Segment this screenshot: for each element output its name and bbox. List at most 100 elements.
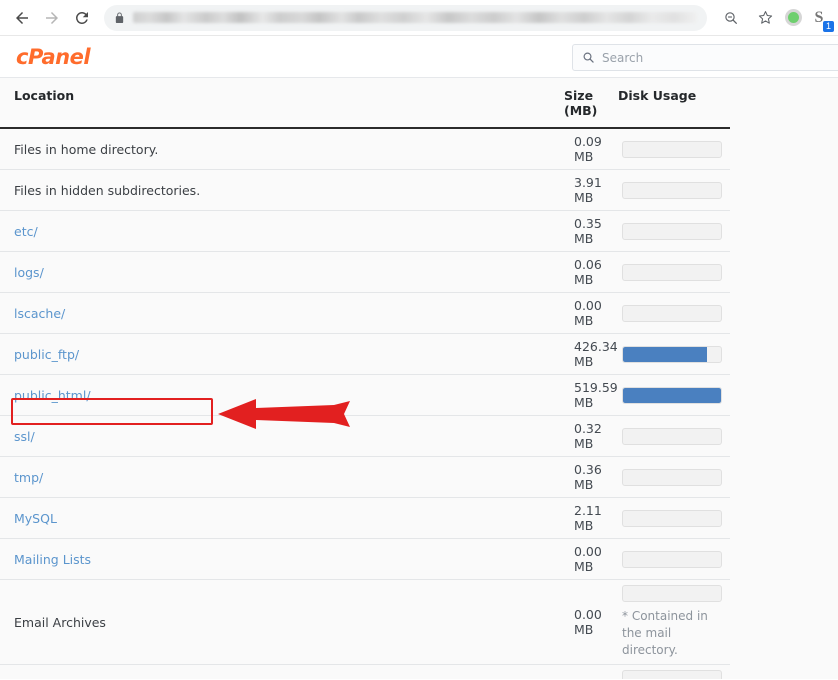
disk-usage-cell: * Contained in the mail directory. — [608, 579, 730, 666]
location-link[interactable]: ssl/ — [14, 429, 35, 444]
disk-usage-cell — [608, 251, 730, 293]
extension-button[interactable]: S 1 — [808, 7, 834, 32]
table-row: Files in hidden subdirectories. 3.91 MB — [0, 169, 730, 211]
location-link[interactable]: tmp/ — [14, 470, 43, 485]
forward-arrow-icon — [46, 11, 58, 24]
table-row: tmp/0.36 MB — [0, 456, 730, 498]
size-cell: 0.09 MB — [560, 128, 608, 170]
disk-usage-bar — [622, 386, 722, 404]
profile-avatar-icon — [788, 12, 799, 23]
location-label: Files in home directory. — [14, 141, 159, 157]
toolbar-actions: S 1 — [715, 4, 834, 32]
table-row: lscache/0.00 MB — [0, 292, 730, 334]
location-cell: ssl/ — [0, 415, 560, 457]
location-cell: public_ftp/ — [0, 333, 560, 375]
table-row: Email Archives 0.00 MB * Contained in the … — [0, 579, 730, 666]
table-row: logs/0.06 MB — [0, 251, 730, 293]
star-icon — [758, 11, 772, 24]
location-link[interactable]: public_html/ — [14, 388, 91, 403]
location-cell: public_html/ — [0, 374, 560, 416]
table-body: Files in home directory. 0.09 MB Files in … — [0, 128, 730, 679]
size-cell: 519.59 MB — [560, 374, 618, 416]
back-button[interactable] — [8, 4, 36, 32]
location-link[interactable]: Mailing Lists — [14, 552, 91, 567]
profile-avatar[interactable] — [785, 9, 802, 26]
disk-usage-table: Location Size (MB) Disk Usage Files in h… — [0, 78, 730, 679]
disk-usage-cell — [608, 374, 730, 416]
size-cell: 426.34 MB — [560, 333, 618, 375]
extension-badge: 1 — [823, 20, 834, 32]
location-cell: Files in hidden subdirectories. — [0, 169, 560, 211]
lock-icon — [115, 12, 124, 23]
header-location: Location — [0, 78, 560, 129]
disk-usage-bar-fill — [623, 387, 721, 403]
location-link[interactable]: etc/ — [14, 224, 38, 239]
search-icon — [583, 52, 594, 63]
search-input-placeholder: Search — [602, 50, 644, 65]
location-cell: logs/ — [0, 251, 560, 293]
table-header-row: Location Size (MB) Disk Usage — [0, 78, 730, 129]
size-cell: 0.36 MB — [560, 456, 608, 498]
table-row: public_html/519.59 MB — [0, 374, 730, 416]
disk-usage-bar — [622, 585, 722, 602]
reload-button[interactable] — [68, 4, 96, 32]
cpanel-logo: cPanel — [16, 44, 91, 69]
disk-usage-cell — [608, 415, 730, 457]
header-disk-usage: Disk Usage — [608, 78, 730, 129]
cpanel-header: cPanel Search — [0, 36, 838, 78]
size-cell: 0.00 MB — [560, 538, 608, 580]
table-head: Location Size (MB) Disk Usage — [0, 78, 730, 129]
location-cell: Email Archives — [0, 579, 560, 666]
disk-usage-bar — [622, 263, 722, 281]
disk-usage-cell — [608, 456, 730, 498]
disk-usage-cell — [608, 538, 730, 580]
cpanel-search[interactable]: Search — [572, 44, 838, 71]
reload-icon — [75, 11, 88, 24]
disk-usage-cell — [608, 333, 730, 375]
size-cell: 3.91 MB — [560, 169, 608, 211]
table-row: Mailing Lists 0.00 MB — [0, 538, 730, 580]
table-row: MySQL 2.11 MB — [0, 497, 730, 539]
disk-usage-cell: * Contained in the mail directory. — [608, 664, 730, 679]
table-row: public_ftp/426.34 MB — [0, 333, 730, 375]
disk-usage-bar-fill — [623, 346, 708, 362]
location-link[interactable]: lscache/ — [14, 306, 65, 321]
disk-usage-cell — [608, 210, 730, 252]
location-link[interactable]: MySQL — [14, 511, 57, 526]
disk-usage-bar — [622, 304, 722, 322]
size-cell: 0.01 MB — [560, 664, 608, 679]
table-row: Files in home directory. 0.09 MB — [0, 128, 730, 170]
disk-usage-bar — [622, 550, 722, 568]
header-size-line1: Size — [564, 88, 594, 103]
location-cell: Email Accounts† — [0, 664, 560, 679]
disk-usage-cell — [608, 128, 730, 170]
location-cell: Mailing Lists — [0, 538, 560, 580]
size-cell: 0.32 MB — [560, 415, 608, 457]
disk-usage-cell — [608, 169, 730, 211]
disk-usage-bar — [622, 509, 722, 527]
disk-usage-cell — [608, 292, 730, 334]
size-cell: 0.00 MB — [560, 292, 608, 334]
disk-usage-bar — [622, 468, 722, 486]
zoom-out-button[interactable] — [717, 4, 745, 32]
location-cell: Files in home directory. — [0, 128, 560, 170]
browser-toolbar: S 1 — [0, 0, 838, 36]
disk-usage-note: * Contained in the mail directory. — [622, 609, 708, 658]
disk-usage-bar — [622, 427, 722, 445]
disk-usage-bar — [622, 181, 722, 199]
forward-button[interactable] — [38, 4, 66, 32]
zoom-out-icon — [725, 11, 737, 24]
location-link[interactable]: logs/ — [14, 265, 44, 280]
table-row: ssl/0.32 MB — [0, 415, 730, 457]
disk-usage-bar — [622, 345, 722, 363]
size-cell: 0.06 MB — [560, 251, 608, 293]
address-bar[interactable] — [104, 4, 707, 31]
disk-usage-cell — [608, 497, 730, 539]
header-size-line2: (MB) — [564, 103, 598, 118]
disk-usage-bar — [622, 670, 722, 679]
location-link[interactable]: public_ftp/ — [14, 347, 79, 362]
bookmark-button[interactable] — [751, 4, 779, 32]
location-label: Email Archives — [14, 614, 106, 630]
size-cell: 0.35 MB — [560, 210, 608, 252]
location-cell: etc/ — [0, 210, 560, 252]
